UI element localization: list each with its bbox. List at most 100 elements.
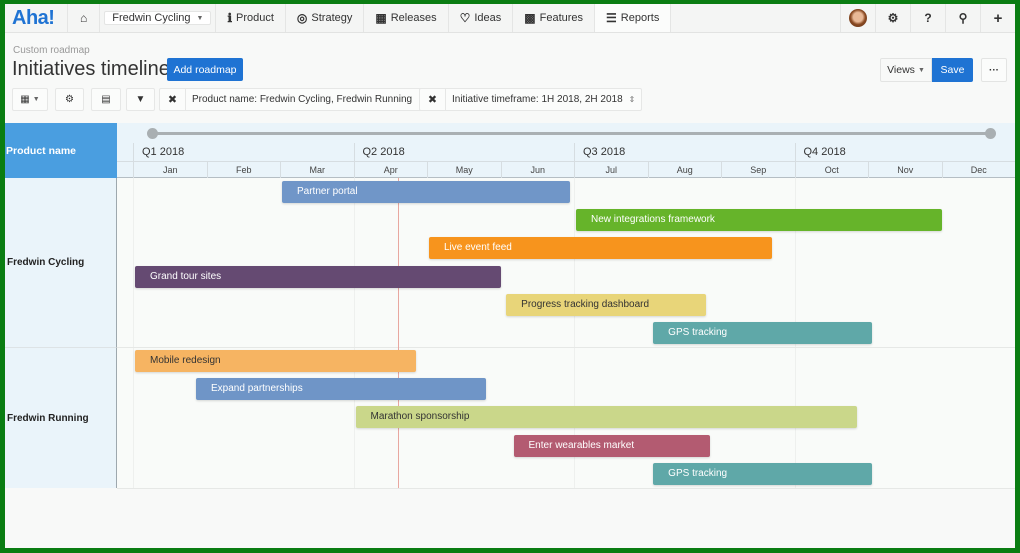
nav-product[interactable]: ℹ Product: [215, 4, 284, 32]
nav-ideas-label: Ideas: [474, 12, 502, 24]
home-button[interactable]: ⌂: [67, 4, 99, 32]
today-marker: [397, 178, 399, 488]
close-circle-icon: ✖: [427, 94, 438, 106]
lightbulb-icon: ♡: [459, 11, 471, 25]
timeline-header: Q1 2018 Q2 2018 Q3 2018 Q4 2018 Jan Feb Mar Ap…: [117, 123, 1016, 179]
breadcrumb[interactable]: Custom roadmap: [13, 45, 90, 56]
initiative-bar[interactable]: Marathon sponsorship: [355, 406, 857, 429]
product-selector[interactable]: Fredwin Cycling ▼: [104, 11, 212, 25]
month-label: Oct: [794, 162, 869, 179]
search-button[interactable]: ⚲: [945, 4, 980, 32]
group-name: Fredwin Running: [7, 412, 89, 424]
filter-product-name[interactable]: ✖ Product name: Fredwin Cycling, Fredwin…: [159, 88, 432, 111]
month-label: Dec: [941, 162, 1016, 179]
add-roadmap-button[interactable]: Add roadmap: [167, 58, 243, 81]
nav-strategy[interactable]: ◎ Strategy: [284, 4, 363, 32]
month-row: Jan Feb Mar Apr May Jun Jul Aug Sep Oct Nov Dec: [117, 161, 1016, 179]
quarter-label: Q4 2018: [794, 143, 1016, 161]
close-circle-icon: ✖: [167, 94, 178, 106]
month-label: May: [427, 162, 501, 179]
calendar-icon: ▦: [375, 11, 387, 25]
nav-features[interactable]: ▩ Features: [512, 4, 594, 32]
initiative-bar[interactable]: Progress tracking dashboard: [506, 293, 707, 316]
target-icon: ◎: [296, 11, 308, 25]
range-slider-start-handle[interactable]: [147, 128, 158, 139]
quarter-gridline: [133, 178, 134, 488]
column-header-product-name: Product name: [5, 123, 117, 178]
search-icon: ⚲: [958, 11, 968, 25]
month-label: Jan: [133, 162, 207, 179]
quarter-label: Q2 2018: [353, 143, 575, 161]
settings-button[interactable]: ⚙: [875, 4, 910, 32]
month-label: Apr: [353, 162, 428, 179]
month-label: Aug: [647, 162, 722, 179]
help-button[interactable]: ?: [910, 4, 945, 32]
nav-strategy-label: Strategy: [311, 12, 353, 24]
quarter-gridline: [353, 178, 355, 488]
range-slider-end-handle[interactable]: [985, 128, 996, 139]
nav-releases-label: Releases: [390, 12, 437, 24]
sort-icon: ⇕: [628, 95, 636, 104]
app-window: Aha! ⌂ Fredwin Cycling ▼ ℹ Product ◎ Str…: [5, 4, 1015, 548]
month-label: Nov: [868, 162, 942, 179]
aha-logo[interactable]: Aha!: [5, 4, 67, 32]
initiative-bar[interactable]: GPS tracking: [653, 462, 872, 485]
initiative-bar[interactable]: Mobile redesign: [135, 350, 416, 372]
avatar: [849, 9, 867, 27]
initiative-bar[interactable]: GPS tracking: [653, 322, 872, 344]
initiative-bar[interactable]: New integrations framework: [576, 209, 942, 232]
nav-reports[interactable]: ☰ Reports: [594, 4, 672, 32]
caret-down-icon: ▼: [917, 66, 925, 74]
views-label: Views: [887, 64, 915, 76]
page-title: Initiatives timeline: [12, 58, 170, 80]
caret-down-icon: ▼: [32, 96, 40, 103]
group-label-fredwin-running: Fredwin Running: [5, 347, 117, 488]
remove-filter-button[interactable]: ✖: [420, 89, 446, 110]
group-name: Fredwin Cycling: [7, 257, 85, 268]
user-menu[interactable]: [840, 4, 875, 32]
nav-reports-label: Reports: [620, 12, 660, 24]
add-button[interactable]: +: [980, 4, 1015, 32]
gear-icon: ⚙: [65, 94, 74, 105]
quarter-row: Q1 2018 Q2 2018 Q3 2018 Q4 2018: [117, 143, 1015, 161]
nav-features-label: Features: [539, 12, 584, 24]
plus-icon: +: [993, 9, 1003, 27]
quarter-label: Q3 2018: [574, 143, 795, 161]
range-slider-track[interactable]: [152, 132, 992, 135]
month-label: Feb: [206, 162, 281, 179]
nav-releases[interactable]: ▦ Releases: [363, 4, 447, 32]
initiative-bar[interactable]: Expand partnerships: [196, 378, 486, 401]
info-circle-icon: ℹ: [227, 11, 232, 25]
filter-value[interactable]: Initiative timeframe: 1H 2018, 2H 2018 ⇕: [446, 89, 641, 110]
date-range-dropdown[interactable]: ▦ ▼: [12, 88, 48, 111]
roadmap-timeline: Product name Fredwin Cycling Fredwin Run…: [5, 123, 1016, 489]
nav-ideas[interactable]: ♡ Ideas: [447, 4, 513, 32]
nav-product-label: Product: [236, 12, 274, 24]
initiative-bar[interactable]: Grand tour sites: [135, 265, 501, 288]
timeline-grid: Partner portal New integrations framework…: [117, 178, 1015, 489]
calendar-icon: ▦: [20, 94, 30, 105]
filter-label: Product name: Fredwin Cycling, Fredwin R…: [192, 94, 413, 105]
month-label: Jul: [574, 162, 648, 179]
views-dropdown[interactable]: Views ▼: [880, 58, 932, 82]
group-label-fredwin-cycling: Fredwin Cycling: [5, 178, 117, 347]
remove-filter-button[interactable]: ✖: [160, 89, 186, 110]
gear-icon: ⚙: [887, 11, 899, 25]
initiative-bar[interactable]: Partner portal: [282, 181, 571, 203]
report-icon: ☰: [606, 11, 617, 25]
grid-icon: ▩: [524, 11, 536, 25]
quarter-label: Q1 2018: [133, 143, 354, 161]
group-separator: [117, 488, 1015, 489]
filter-value[interactable]: Product name: Fredwin Cycling, Fredwin R…: [186, 89, 431, 110]
top-nav: Aha! ⌂ Fredwin Cycling ▼ ℹ Product ◎ Str…: [5, 4, 1015, 33]
layout-tool-button[interactable]: ▤: [91, 88, 121, 111]
month-label: Mar: [280, 162, 354, 179]
more-options-button[interactable]: ···: [981, 58, 1007, 82]
filter-label: Initiative timeframe: 1H 2018, 2H 2018: [452, 94, 623, 105]
filter-button[interactable]: ▼: [126, 88, 155, 111]
settings-tool-button[interactable]: ⚙: [55, 88, 84, 111]
save-button[interactable]: Save: [932, 58, 973, 82]
initiative-bar[interactable]: Live event feed: [429, 237, 773, 260]
initiative-bar[interactable]: Enter wearables market: [513, 434, 710, 457]
filter-initiative-timeframe[interactable]: ✖ Initiative timeframe: 1H 2018, 2H 2018…: [419, 88, 643, 111]
